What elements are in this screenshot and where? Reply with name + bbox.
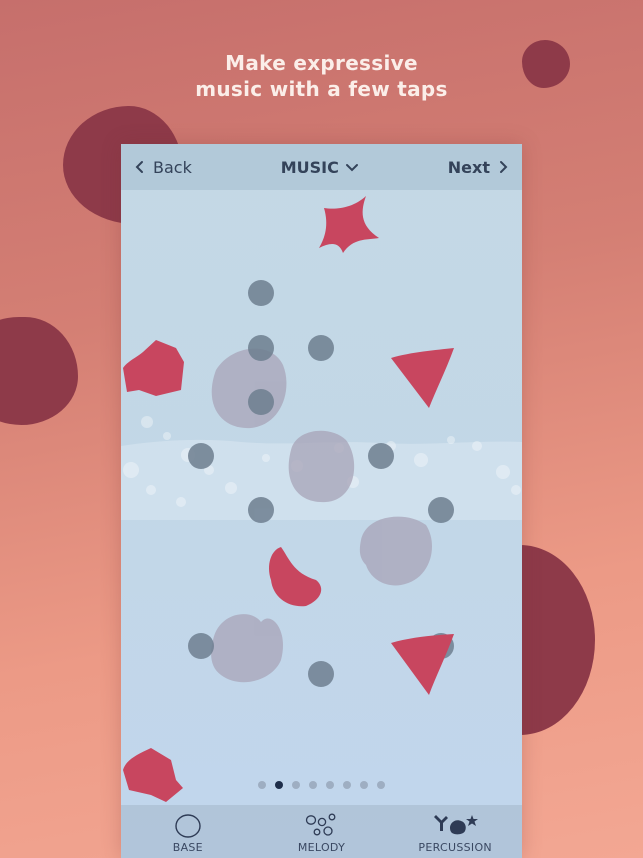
page-dot[interactable] bbox=[309, 781, 317, 789]
headline-line-1: Make expressive bbox=[225, 51, 418, 75]
pebble bbox=[248, 335, 274, 361]
page-dot[interactable] bbox=[343, 781, 351, 789]
circle-outline-icon bbox=[175, 814, 201, 838]
large-stone bbox=[359, 516, 433, 586]
red-hexagon bbox=[123, 748, 183, 802]
phone-screen: Back MUSIC Next BASE MELODY PERCUSSION bbox=[121, 144, 522, 858]
red-hexagon bbox=[123, 340, 184, 396]
large-stone bbox=[288, 430, 355, 503]
bubbles-icon bbox=[305, 813, 335, 836]
tab-percussion[interactable]: PERCUSSION bbox=[388, 805, 522, 858]
chevron-left-icon bbox=[135, 161, 143, 173]
tab-percussion-label: PERCUSSION bbox=[418, 841, 492, 854]
page-indicator bbox=[121, 781, 522, 789]
red-triangle bbox=[391, 348, 454, 408]
music-canvas[interactable] bbox=[121, 190, 522, 805]
instrument-tab-bar: BASE MELODY PERCUSSION bbox=[121, 805, 522, 858]
page-dot[interactable] bbox=[360, 781, 368, 789]
back-button[interactable]: Back bbox=[133, 158, 192, 177]
percussion-shapes-icon bbox=[434, 815, 479, 835]
next-button[interactable]: Next bbox=[448, 158, 510, 177]
decorative-blob bbox=[0, 317, 78, 425]
red-triangle bbox=[391, 634, 454, 695]
chevron-right-icon bbox=[499, 161, 508, 173]
pebble bbox=[188, 633, 214, 659]
top-navigation-bar: Back MUSIC Next bbox=[121, 144, 522, 190]
pebble bbox=[368, 443, 394, 469]
tab-base-label: BASE bbox=[172, 841, 203, 854]
tab-base[interactable]: BASE bbox=[121, 805, 255, 858]
large-stone bbox=[211, 614, 283, 683]
pebble bbox=[248, 280, 274, 306]
pebble bbox=[188, 443, 214, 469]
next-label: Next bbox=[447, 157, 490, 177]
red-star bbox=[319, 196, 379, 253]
screen-title: MUSIC bbox=[280, 157, 339, 177]
tab-melody-label: MELODY bbox=[297, 841, 346, 854]
pebble bbox=[248, 389, 274, 415]
pebble bbox=[248, 497, 274, 523]
page-dot[interactable] bbox=[258, 781, 266, 789]
pebble bbox=[308, 335, 334, 361]
red-crescent bbox=[269, 547, 322, 607]
back-label: Back bbox=[153, 157, 192, 177]
page-dot[interactable] bbox=[326, 781, 334, 789]
page-dot[interactable] bbox=[292, 781, 300, 789]
page-dot[interactable] bbox=[377, 781, 385, 789]
pebble bbox=[308, 661, 334, 687]
large-stone bbox=[211, 348, 287, 429]
tab-melody[interactable]: MELODY bbox=[255, 805, 389, 858]
headline-line-2: music with a few taps bbox=[195, 77, 448, 101]
chevron-down-icon bbox=[345, 164, 358, 172]
headline: Make expressive music with a few taps bbox=[0, 50, 643, 102]
pebble bbox=[428, 497, 454, 523]
music-dropdown[interactable]: MUSIC bbox=[281, 158, 359, 177]
page-dot-active[interactable] bbox=[275, 781, 283, 789]
